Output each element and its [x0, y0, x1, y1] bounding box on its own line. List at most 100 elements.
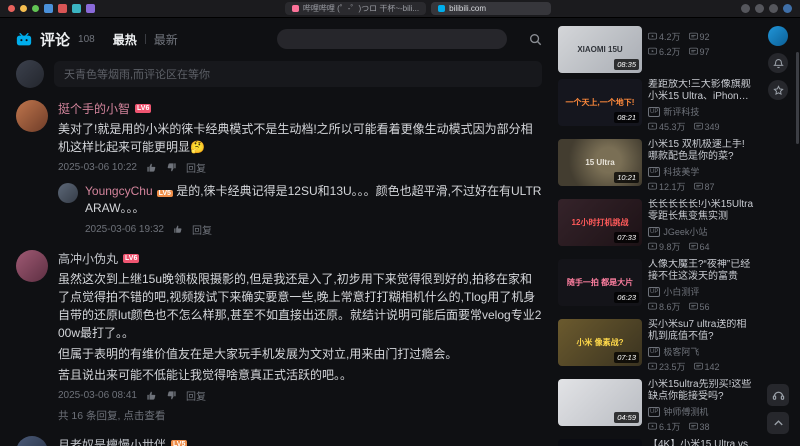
play-count: 8.6万: [659, 302, 681, 312]
play-count: 6.1万: [659, 422, 681, 432]
browser-tab[interactable]: 哔哩哔哩 (゜-゜)つロ 干杯~-bili...: [284, 2, 427, 15]
extension-icon[interactable]: [44, 4, 53, 13]
comments-title: 评论: [40, 31, 71, 49]
video-thumbnail[interactable]: XIAOMI 15U 08:35: [558, 26, 642, 73]
thumb-up-icon[interactable]: [173, 224, 183, 234]
user-avatar[interactable]: [768, 26, 788, 46]
scrollbar[interactable]: [796, 52, 799, 144]
customer-service-icon[interactable]: [767, 384, 789, 406]
uploader-name[interactable]: 极客阿飞: [663, 345, 699, 358]
uploader-name[interactable]: 小白测评: [663, 285, 699, 298]
window-minimize-button[interactable]: [20, 5, 27, 12]
address-bar[interactable]: bilibili.com: [431, 2, 552, 15]
danmaku-count: 349: [704, 121, 720, 132]
right-rail: [760, 18, 800, 446]
comment-text: 虽然这次到上继15u晚领极限摄影的,但是我还是入了,初步用下来觉得很到好的,拍移…: [58, 271, 542, 340]
thumb-up-icon[interactable]: [146, 390, 157, 401]
bilibili-logo-icon: [16, 32, 32, 46]
video-card[interactable]: 小米 像素战? 07:13 买小米su7 ultra送的相机到底值不值? UP 极客…: [558, 319, 754, 373]
extension-icon[interactable]: [86, 4, 95, 13]
duration-badge: 06:23: [614, 291, 639, 303]
video-title[interactable]: 长长长长长!小米15Ultra零距长焦变焦实测: [648, 199, 754, 223]
username[interactable]: 高冲小伪丸: [58, 250, 118, 267]
share-icon[interactable]: [741, 4, 751, 13]
downloads-icon[interactable]: [755, 4, 765, 13]
up-icon: UP: [648, 286, 661, 297]
extension-icon[interactable]: [72, 4, 81, 13]
back-to-top-icon[interactable]: [767, 412, 789, 434]
reply-button[interactable]: 回复: [186, 160, 206, 175]
video-title[interactable]: 差距放大!三大影像旗舰小米15 Ultra、iPhone16 Pr...: [648, 79, 754, 103]
browser-bar: 哔哩哔哩 (゜-゜)つロ 干杯~-bili... bilibili.com: [0, 0, 800, 18]
username[interactable]: 月老奴是檀慢小世伴: [58, 436, 166, 446]
tab-divider: [144, 34, 146, 44]
video-card[interactable]: 04:59 小米15ultra先别买!这些缺点你能接受吗? UP 钟师傅测机 6.…: [558, 379, 754, 433]
bilibili-favicon: [291, 5, 299, 12]
comment-item: 高冲小伪丸 LV6 虽然这次到上继15u晚领极限摄影的,但是我还是入了,初步用下…: [16, 249, 542, 423]
thumb-down-icon[interactable]: [166, 390, 177, 401]
uploader-name[interactable]: 钟师傅测机: [663, 405, 708, 418]
reply-button[interactable]: 回复: [186, 388, 206, 403]
comment-quick-input[interactable]: [277, 29, 507, 49]
comments-section: 评论 108 最热 最新 天青色等烟雨,而评论区在等你 挺个手的小智 LV6 美…: [0, 18, 556, 446]
username[interactable]: YoungcyChu: [85, 184, 153, 198]
favorites-icon[interactable]: [768, 80, 788, 100]
video-thumbnail[interactable]: 小米 像素战? 07:13: [558, 319, 642, 366]
video-title[interactable]: 买小米su7 ultra送的相机到底值不值?: [648, 319, 754, 343]
reply-button[interactable]: 回复: [192, 222, 212, 237]
avatar[interactable]: [58, 183, 78, 203]
video-thumbnail[interactable]: 一个天上,一个地下! 08:21: [558, 79, 642, 126]
video-card[interactable]: 一个天上,一个地下! 08:21 差距放大!三大影像旗舰小米15 Ultra、iP…: [558, 79, 754, 133]
avatar[interactable]: [16, 100, 48, 132]
comment-text: 美对了!就是用的小米的徕卡经典模式不是生动档!之所以可能看着更像生动模式因为部分…: [58, 122, 533, 154]
video-title[interactable]: 人像大魔王?“夜神”已经接不住这泼天的富贵: [648, 259, 754, 283]
video-thumbnail[interactable]: 4K 东京实拍21:04: [558, 439, 642, 446]
video-card[interactable]: 4K 东京实拍21:04 【4K】小米15 Ultra vs 三星Galaxy …: [558, 439, 754, 446]
up-icon: UP: [648, 106, 661, 117]
level-badge: LV6: [123, 253, 140, 263]
video-card[interactable]: 随手一拍 都是大片 06:23 人像大魔王?“夜神”已经接不住这泼天的富贵 UP 小…: [558, 259, 754, 313]
video-title[interactable]: 小米15 双机极速上手!哪款配色是你的菜?: [648, 139, 754, 163]
thumb-down-icon[interactable]: [166, 162, 177, 173]
uploader-name[interactable]: JGeek小站: [663, 225, 707, 238]
extension-icon[interactable]: [58, 4, 67, 13]
tab-hot[interactable]: 最热: [113, 31, 137, 48]
username[interactable]: 挺个手的小智: [58, 100, 130, 117]
video-thumbnail[interactable]: 随手一拍 都是大片 06:23: [558, 259, 642, 306]
duration-badge: 08:35: [614, 58, 639, 70]
video-thumbnail[interactable]: 04:59: [558, 379, 642, 426]
window-zoom-button[interactable]: [32, 5, 39, 12]
comment-item: 月老奴是檀慢小世伴 LV5 个人觉得手机还是因为底太小一号致必须得需要用小米刻像…: [16, 435, 542, 446]
thumb-up-icon[interactable]: [146, 162, 157, 173]
duration-badge: 07:33: [614, 231, 639, 243]
up-icon: UP: [648, 346, 661, 357]
uploader-name[interactable]: 新评科技: [663, 105, 699, 118]
video-card[interactable]: 15 Ultra 10:21 小米15 双机极速上手!哪款配色是你的菜? UP 科技…: [558, 139, 754, 193]
avatar[interactable]: [16, 60, 44, 88]
uploader-name[interactable]: 科技美学: [663, 165, 699, 178]
video-title[interactable]: 小米15ultra先别买!这些缺点你能接受吗?: [648, 379, 754, 403]
view-replies-link[interactable]: 共 16 条回复, 点击查看: [58, 408, 542, 423]
comment-text: 但属于表明的有维价值友在是大家玩手机发展为文对立,用来由门打过瘾会。: [58, 346, 458, 361]
video-thumbnail[interactable]: 12小时打机挑战 07:33: [558, 199, 642, 246]
tab-title: 哔哩哔哩 (゜-゜)つロ 干杯~-bili...: [302, 4, 420, 13]
video-card[interactable]: XIAOMI 15U 08:35 4.2万 92 6.2万 97: [558, 26, 754, 73]
tab-newest[interactable]: 最新: [154, 31, 178, 48]
video-thumbnail[interactable]: 15 Ultra 10:21: [558, 139, 642, 186]
avatar[interactable]: [16, 435, 48, 446]
comment-time: 2025-03-06 19:32: [85, 223, 164, 235]
message-icon[interactable]: [768, 53, 788, 73]
site-favicon: [438, 5, 446, 12]
video-card[interactable]: 12小时打机挑战 07:33 长长长长长!小米15Ultra零距长焦变焦实测 UP…: [558, 199, 754, 253]
video-title[interactable]: 【4K】小米15 Ultra vs 三星Galaxy S25 Ultra:东京实…: [648, 439, 754, 446]
level-badge: LV5: [171, 439, 188, 446]
profile-icon[interactable]: [783, 4, 793, 13]
comment-input[interactable]: 天青色等烟雨,而评论区在等你: [54, 61, 542, 87]
window-close-button[interactable]: [8, 5, 15, 12]
avatar[interactable]: [16, 249, 48, 282]
search-icon[interactable]: [529, 33, 542, 46]
extensions-menu-icon[interactable]: [769, 4, 779, 13]
duration-badge: 07:13: [614, 351, 639, 363]
reply-item: YoungcyChu LV5 是的,徕卡经典记得是12SU和13U。。。颜色也超平…: [58, 183, 542, 237]
duration-badge: 08:21: [614, 111, 639, 123]
